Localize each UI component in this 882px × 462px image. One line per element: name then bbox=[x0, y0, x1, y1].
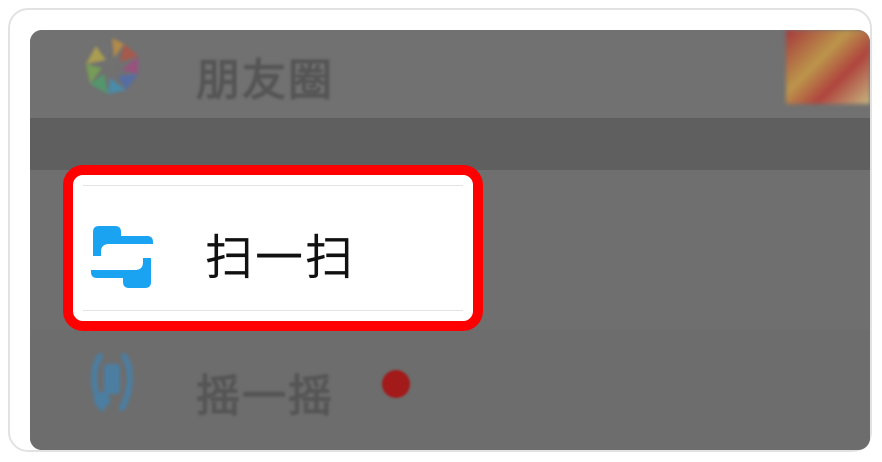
shake-phone-icon bbox=[91, 353, 133, 411]
moments-thumbnail bbox=[786, 30, 870, 104]
moments-aperture-icon bbox=[86, 38, 138, 94]
menu-item-shake[interactable]: 摇一摇 bbox=[30, 330, 870, 450]
highlight-box: 扫一扫 bbox=[63, 165, 483, 331]
scan-icon bbox=[91, 226, 153, 288]
menu-item-shake-label: 摇一摇 bbox=[196, 371, 334, 422]
menu-item-moments-label: 朋友圈 bbox=[196, 55, 334, 106]
section-divider bbox=[30, 118, 870, 170]
screenshot-frame: 朋友圈 摇一摇 扫一扫 bbox=[8, 8, 872, 452]
menu-item-moments[interactable]: 朋友圈 bbox=[30, 30, 870, 118]
notification-dot bbox=[382, 370, 410, 398]
menu-item-scan-label: 扫一扫 bbox=[205, 230, 356, 286]
menu-item-scan[interactable]: 扫一扫 bbox=[83, 185, 463, 311]
